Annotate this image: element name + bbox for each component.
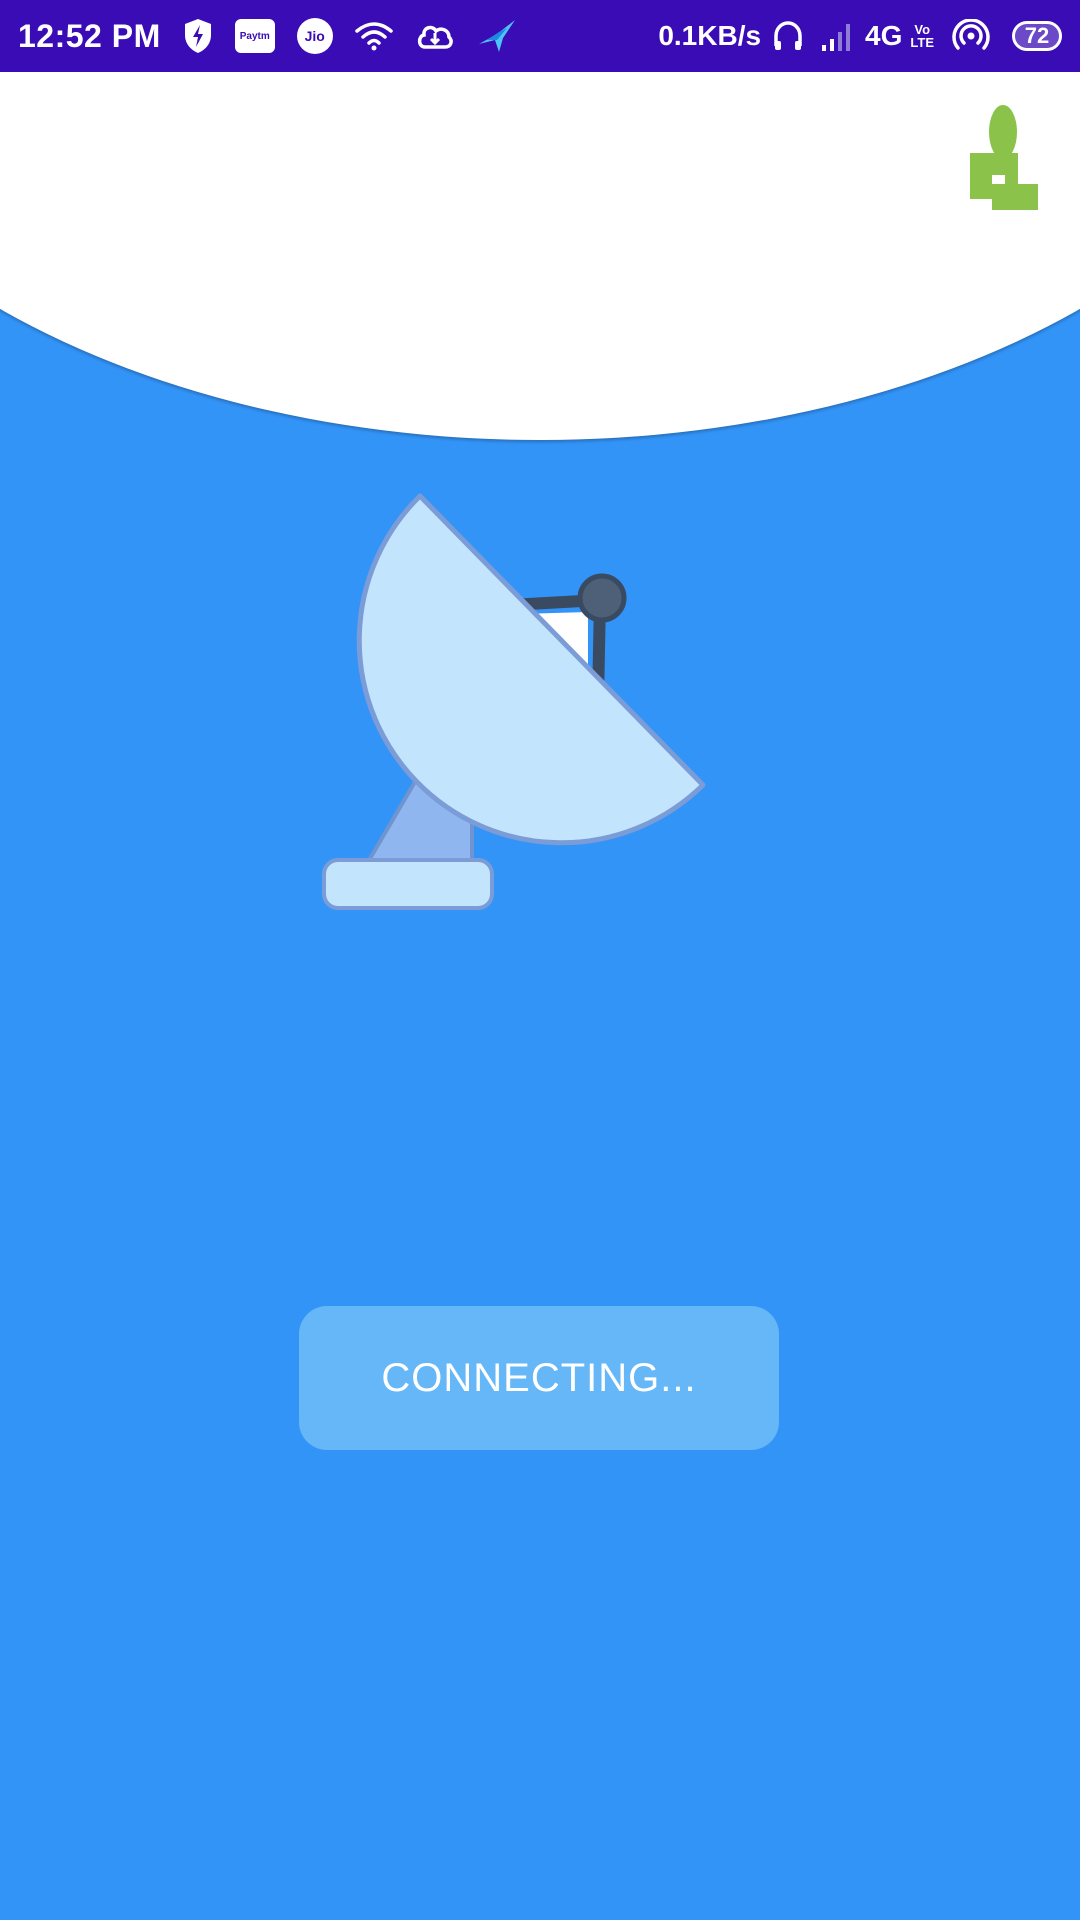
green-logo-icon xyxy=(940,100,1050,220)
volte-indicator: Vo LTE xyxy=(910,23,934,49)
connecting-button[interactable]: CONNECTING... xyxy=(299,1306,779,1450)
jio-label: Jio xyxy=(296,18,333,54)
cloud-icon xyxy=(415,21,455,51)
signal-icon xyxy=(821,19,857,53)
headphones-icon xyxy=(773,20,803,52)
net-speed: 0.1KB/s xyxy=(658,20,762,51)
wifi-icon xyxy=(354,21,393,51)
jio-icon: Jio xyxy=(296,18,333,54)
bird-icon xyxy=(477,18,517,54)
paytm-label: Paytm xyxy=(234,19,275,53)
network-type: 4G xyxy=(865,20,903,51)
app-screen: 12:52 PM Paytm Jio 0.1KB/s 4G Vo LTE 72 … xyxy=(0,0,1080,1920)
paytm-icon: Paytm xyxy=(234,19,275,53)
satellite-dish-icon xyxy=(320,490,720,910)
status-bar: 12:52 PM Paytm Jio 0.1KB/s 4G Vo LTE 72 xyxy=(0,0,1080,72)
shield-bolt-icon xyxy=(183,18,213,54)
volte-bottom: LTE xyxy=(910,35,934,50)
hotspot-icon xyxy=(952,19,990,53)
status-time: 12:52 PM xyxy=(18,17,161,54)
battery-icon: 72 xyxy=(1012,21,1062,51)
